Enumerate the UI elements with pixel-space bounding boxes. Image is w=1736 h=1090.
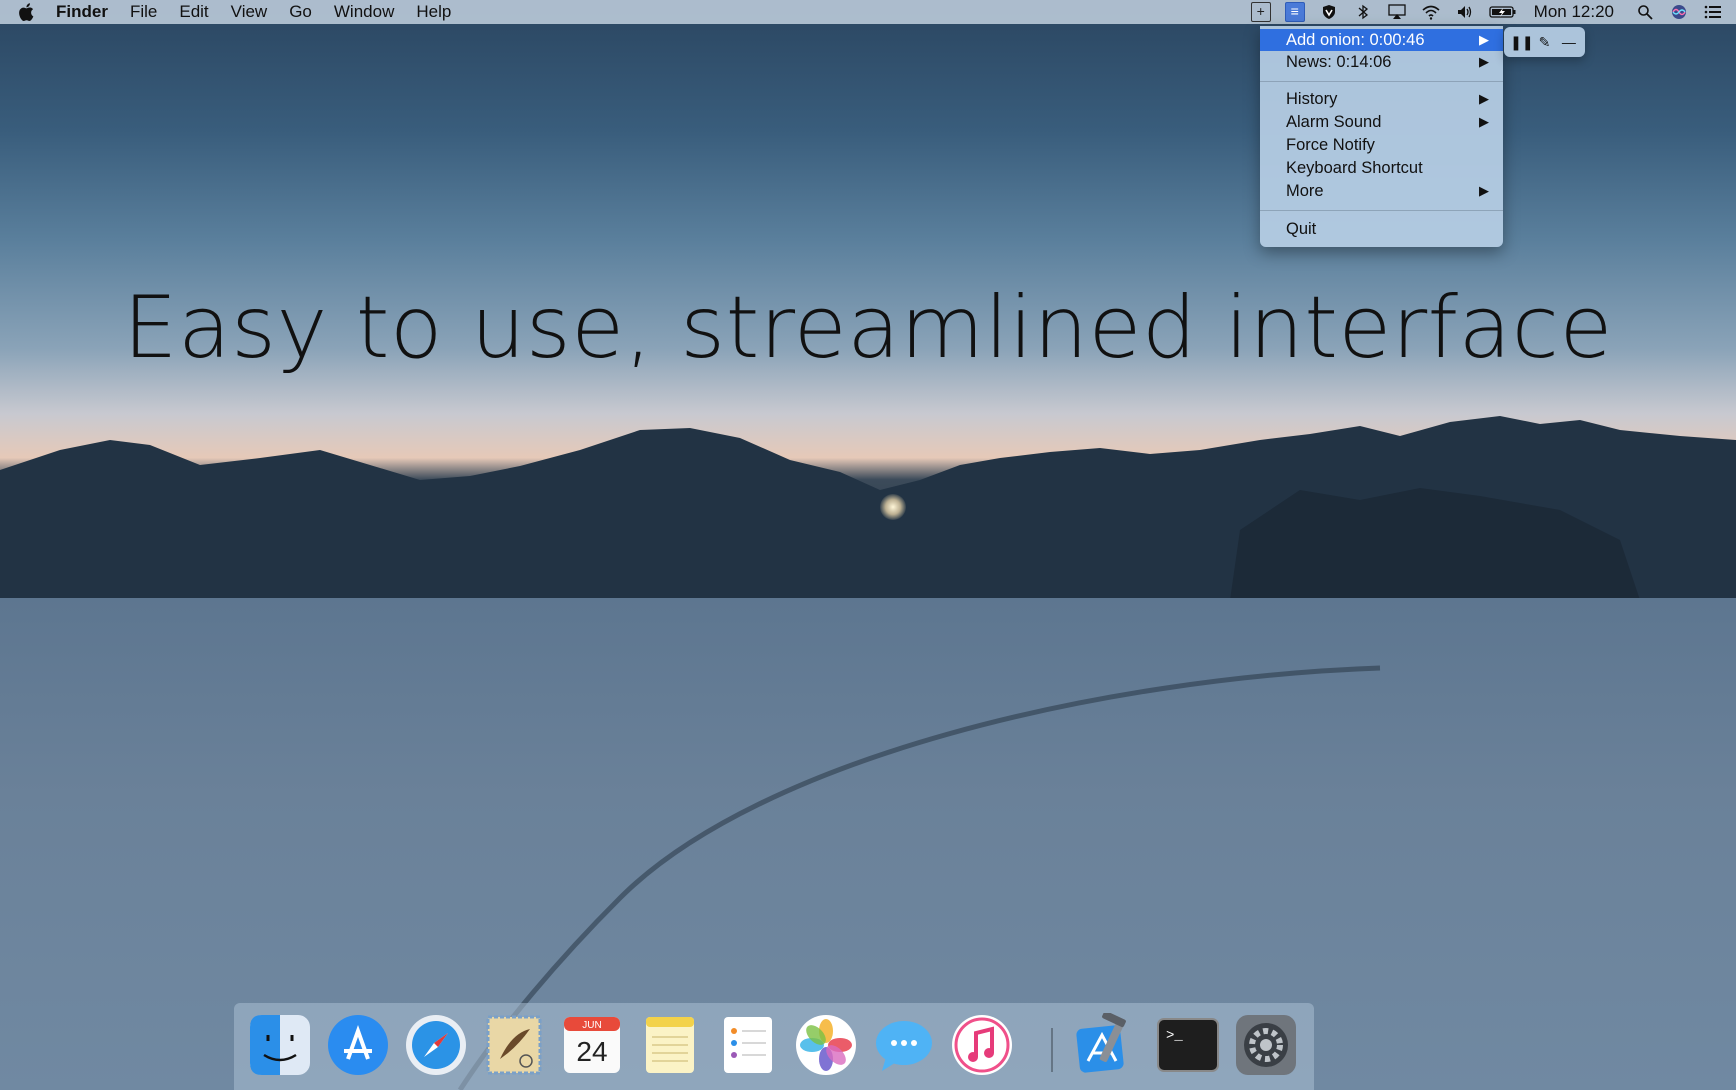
- apple-logo-icon[interactable]: [14, 1, 40, 23]
- dock-itunes-icon[interactable]: [950, 1013, 1014, 1077]
- timer-controls: ❚❚ ✎ —: [1504, 27, 1585, 57]
- submenu-arrow-icon: ▶: [1479, 91, 1489, 106]
- menu-item-label: Keyboard Shortcut: [1286, 159, 1423, 177]
- menu-item-label: Add onion: 0:00:46: [1286, 31, 1425, 49]
- menu-separator: [1260, 210, 1503, 211]
- menu-item-add-onion-timer[interactable]: Add onion: 0:00:46 ▶: [1260, 29, 1503, 51]
- menu-app-name[interactable]: Finder: [56, 2, 108, 22]
- dock-terminal-icon[interactable]: >_: [1156, 1013, 1220, 1077]
- submenu-arrow-icon: ▶: [1479, 54, 1489, 69]
- menu-edit[interactable]: Edit: [179, 2, 208, 22]
- submenu-arrow-icon: ▶: [1479, 32, 1489, 47]
- terminal-prompt: >_: [1166, 1028, 1183, 1044]
- siri-icon[interactable]: [1668, 3, 1690, 21]
- menu-item-label: Force Notify: [1286, 136, 1375, 154]
- menu-item-force-notify[interactable]: Force Notify: [1260, 134, 1503, 156]
- menu-bar: Finder File Edit View Go Window Help + ≡…: [0, 0, 1736, 24]
- menu-item-label: History: [1286, 90, 1338, 108]
- menu-item-quit[interactable]: Quit: [1260, 218, 1503, 240]
- dock-calendar-icon[interactable]: JUN 24: [560, 1013, 624, 1077]
- submenu-arrow-icon: ▶: [1479, 114, 1489, 129]
- dock-finder-icon[interactable]: [248, 1013, 312, 1077]
- menu-clock[interactable]: Mon 12:20: [1534, 2, 1614, 22]
- menu-item-alarm-sound[interactable]: Alarm Sound ▶: [1260, 111, 1503, 133]
- dock-app-store-icon[interactable]: [326, 1013, 390, 1077]
- airplay-icon[interactable]: [1386, 3, 1408, 21]
- dock-safari-icon[interactable]: [404, 1013, 468, 1077]
- bluetooth-icon[interactable]: [1352, 3, 1374, 21]
- dock-separator: [1051, 1028, 1053, 1072]
- pause-icon[interactable]: ❚❚: [1510, 34, 1533, 51]
- dock-messages-icon[interactable]: [872, 1013, 936, 1077]
- menu-item-history[interactable]: History ▶: [1260, 88, 1503, 110]
- menu-item-news-timer[interactable]: News: 0:14:06 ▶: [1260, 51, 1503, 73]
- dock-xcode-icon[interactable]: [1072, 1013, 1136, 1077]
- dock-mail-icon[interactable]: [482, 1013, 546, 1077]
- menu-separator: [1260, 81, 1503, 82]
- status-area: + ≡ Mon 12:20: [1244, 0, 1736, 24]
- volume-icon[interactable]: [1454, 3, 1476, 21]
- shield-icon[interactable]: [1318, 3, 1340, 21]
- dock-reminders-icon[interactable]: [716, 1013, 780, 1077]
- menu-view[interactable]: View: [231, 2, 268, 22]
- dock-system-preferences-icon[interactable]: [1234, 1013, 1298, 1077]
- menu-item-label: News: 0:14:06: [1286, 53, 1392, 71]
- menu-go[interactable]: Go: [289, 2, 312, 22]
- menu-item-label: Quit: [1286, 220, 1317, 238]
- menu-window[interactable]: Window: [334, 2, 394, 22]
- sun-glow: [880, 494, 906, 520]
- menu-item-label: Alarm Sound: [1286, 113, 1382, 131]
- battery-icon[interactable]: [1488, 3, 1518, 21]
- submenu-arrow-icon: ▶: [1479, 183, 1489, 198]
- headline: Easy to use, streamlined interface: [123, 278, 1613, 378]
- notification-list-icon[interactable]: [1702, 3, 1724, 21]
- dock-notes-icon[interactable]: [638, 1013, 702, 1077]
- remove-icon[interactable]: —: [1559, 34, 1579, 50]
- mountain-silhouette: [0, 416, 1736, 610]
- calendar-day: 24: [576, 1036, 607, 1067]
- menu-item-label: More: [1286, 182, 1324, 200]
- menu-help[interactable]: Help: [416, 2, 451, 22]
- wifi-icon[interactable]: [1420, 3, 1442, 21]
- menu-item-keyboard-shortcut[interactable]: Keyboard Shortcut: [1260, 157, 1503, 179]
- menu-file[interactable]: File: [130, 2, 157, 22]
- edit-icon[interactable]: ✎: [1534, 34, 1554, 51]
- timer-dropdown-menu: Add onion: 0:00:46 ▶ News: 0:14:06 ▶ His…: [1260, 26, 1503, 247]
- calendar-month: JUN: [582, 1020, 601, 1031]
- timer-list-icon[interactable]: ≡: [1284, 2, 1306, 22]
- dock-photos-icon[interactable]: [794, 1013, 858, 1077]
- plus-icon[interactable]: +: [1250, 2, 1272, 22]
- search-icon[interactable]: [1634, 3, 1656, 21]
- menu-item-more[interactable]: More ▶: [1260, 180, 1503, 202]
